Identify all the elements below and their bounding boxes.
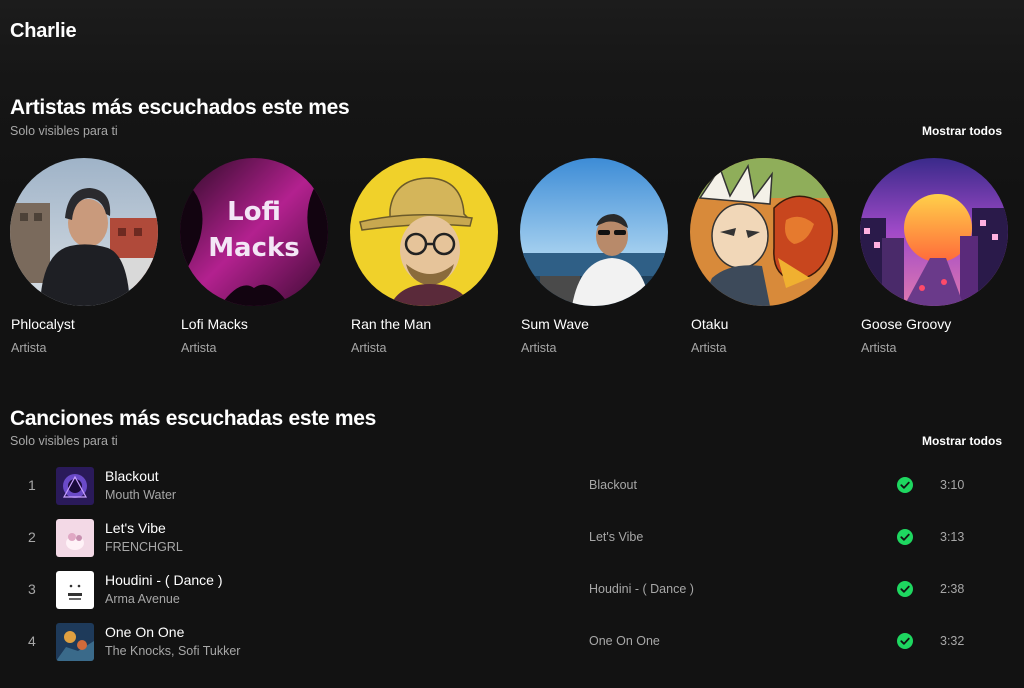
artist-type: Artista	[11, 341, 47, 355]
artist-name[interactable]: Otaku	[691, 316, 728, 332]
artist-name[interactable]: Ran the Man	[351, 316, 431, 332]
track-number: 1	[28, 477, 36, 493]
track-row[interactable]: 2 Let's Vibe FRENCHGRL Let's Vibe 3:13	[10, 514, 1014, 566]
track-artist[interactable]: Mouth Water	[105, 488, 176, 502]
saved-check-icon[interactable]	[897, 529, 913, 545]
artist-type: Artista	[691, 341, 727, 355]
track-cover-lets-vibe	[56, 519, 94, 557]
top-tracks-subtitle: Solo visibles para ti	[10, 434, 118, 448]
saved-check-icon[interactable]	[897, 633, 913, 649]
artist-type: Artista	[521, 341, 557, 355]
profile-name: Charlie	[10, 20, 77, 42]
artist-card-lofi-macks[interactable]: Lofi Macks Lofi Macks Artista	[180, 158, 340, 358]
track-cover-blackout	[56, 467, 94, 505]
artist-card-sum-wave[interactable]: Sum Wave Artista	[520, 158, 680, 358]
top-tracks-heading[interactable]: Canciones más escuchadas este mes	[10, 407, 376, 431]
artist-name[interactable]: Lofi Macks	[181, 316, 248, 332]
track-number: 3	[28, 581, 36, 597]
track-duration: 3:32	[940, 634, 965, 648]
track-title[interactable]: Houdini - ( Dance )	[105, 572, 223, 588]
artist-image-sum-wave	[520, 158, 668, 306]
track-duration: 3:13	[940, 530, 965, 544]
track-album[interactable]: Houdini - ( Dance )	[589, 582, 694, 596]
track-artist[interactable]: Arma Avenue	[105, 592, 180, 606]
track-duration: 2:38	[940, 582, 965, 596]
artist-image-goose-groovy	[860, 158, 1008, 306]
track-album[interactable]: Blackout	[589, 478, 637, 492]
saved-check-icon[interactable]	[897, 477, 913, 493]
track-number: 2	[28, 529, 36, 545]
track-title[interactable]: Let's Vibe	[105, 520, 166, 536]
artist-image-phlocalyst	[10, 158, 158, 306]
artist-card-goose-groovy[interactable]: Goose Groovy Artista	[860, 158, 1020, 358]
track-cover-one-on-one	[56, 623, 94, 661]
artist-card-ran-the-man[interactable]: Ran the Man Artista	[350, 158, 510, 358]
track-number: 4	[28, 633, 36, 649]
lofi-macks-logo-line2: Macks	[208, 233, 300, 263]
artist-image-ran-the-man	[350, 158, 498, 306]
track-album[interactable]: One On One	[589, 634, 660, 648]
artist-type: Artista	[861, 341, 897, 355]
track-album[interactable]: Let's Vibe	[589, 530, 643, 544]
track-artist[interactable]: FRENCHGRL	[105, 540, 183, 554]
artist-type: Artista	[181, 341, 217, 355]
artist-name[interactable]: Phlocalyst	[11, 316, 75, 332]
track-row[interactable]: 4 One On One The Knocks, Sofi Tukker One…	[10, 618, 1014, 670]
track-artist[interactable]: The Knocks, Sofi Tukker	[105, 644, 240, 658]
track-cover-houdini	[56, 571, 94, 609]
top-artists-row: Phlocalyst Artista Lofi Macks Lofi Macks…	[10, 158, 1020, 358]
lofi-macks-logo-line1: Lofi	[227, 197, 281, 227]
track-title[interactable]: Blackout	[105, 468, 159, 484]
artist-image-lofi-macks: Lofi Macks	[180, 158, 328, 306]
top-artists-subtitle: Solo visibles para ti	[10, 124, 118, 138]
saved-check-icon[interactable]	[897, 581, 913, 597]
track-row[interactable]: 3 Houdini - ( Dance ) Arma Avenue Houdin…	[10, 566, 1014, 618]
profile-page: Charlie Artistas más escuchados este mes…	[0, 0, 1024, 688]
artist-card-otaku[interactable]: Otaku Artista	[690, 158, 850, 358]
track-row[interactable]: 1 Blackout Mouth Water Blackout 3:10	[10, 462, 1014, 514]
artist-image-otaku	[690, 158, 838, 306]
track-duration: 3:10	[940, 478, 965, 492]
top-artists-show-all-link[interactable]: Mostrar todos	[922, 124, 1002, 138]
top-tracks-show-all-link[interactable]: Mostrar todos	[922, 434, 1002, 448]
top-artists-heading[interactable]: Artistas más escuchados este mes	[10, 96, 350, 120]
artist-type: Artista	[351, 341, 387, 355]
artist-name[interactable]: Sum Wave	[521, 316, 589, 332]
artist-name[interactable]: Goose Groovy	[861, 316, 951, 332]
artist-card-phlocalyst[interactable]: Phlocalyst Artista	[10, 158, 170, 358]
track-title[interactable]: One On One	[105, 624, 184, 640]
